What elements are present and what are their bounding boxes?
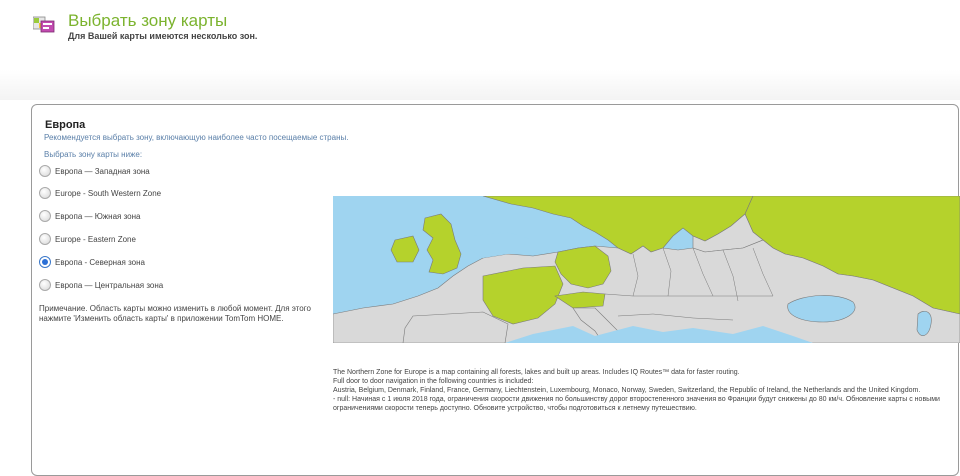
description-line: Austria, Belgium, Denmark, Finland, Fran… bbox=[333, 387, 921, 394]
page-subtitle: Для Вашей карты имеются несколько зон. bbox=[68, 31, 258, 41]
zone-option-south-western[interactable]: Europe - South Western Zone bbox=[39, 186, 161, 200]
description-line: Full door to door navigation in the foll… bbox=[333, 378, 534, 385]
zone-option-southern[interactable]: Европа — Южная зона bbox=[39, 209, 140, 223]
zone-description: The Northern Zone for Europe is a map co… bbox=[333, 368, 953, 413]
black-sea bbox=[787, 295, 856, 323]
zone-option-northern[interactable]: Европа - Северная зона bbox=[39, 255, 145, 269]
zone-option-central[interactable]: Европа — Центральная зона bbox=[39, 278, 163, 292]
zone-option-eastern[interactable]: Europe - Eastern Zone bbox=[39, 232, 136, 246]
zone-option-label: Europe - Eastern Zone bbox=[55, 234, 136, 244]
radio-button-selected[interactable] bbox=[39, 256, 51, 268]
change-zone-note: Примечание. Область карты можно изменить… bbox=[39, 304, 311, 323]
choose-zone-label: Выбрать зону карты ниже: bbox=[44, 150, 143, 159]
zone-option-label: Европа — Центральная зона bbox=[55, 280, 164, 290]
zone-option-label: Europe - South Western Zone bbox=[55, 188, 162, 198]
recommendation-text: Рекомендуется выбрать зону, включающую н… bbox=[44, 133, 349, 142]
iberia-region bbox=[402, 311, 509, 343]
region-title: Европа bbox=[45, 119, 86, 131]
zone-map bbox=[333, 196, 960, 343]
zone-option-western[interactable]: Европа — Западная зона bbox=[39, 164, 150, 178]
radio-button[interactable] bbox=[39, 233, 51, 245]
radio-button[interactable] bbox=[39, 165, 51, 177]
description-line: The Northern Zone for Europe is a map co… bbox=[333, 369, 740, 376]
radio-button[interactable] bbox=[39, 210, 51, 222]
ireland-region bbox=[390, 235, 420, 263]
map-zones-icon bbox=[33, 16, 55, 33]
zone-option-label: Европа — Южная зона bbox=[55, 211, 141, 221]
radio-button[interactable] bbox=[39, 279, 51, 291]
description-line: - null: Начиная с 1 июля 2018 года, огра… bbox=[333, 396, 940, 412]
zone-option-label: Европа — Западная зона bbox=[55, 166, 150, 176]
radio-button[interactable] bbox=[39, 187, 51, 199]
zone-option-label: Европа - Северная зона bbox=[55, 257, 145, 267]
page-title: Выбрать зону карты bbox=[68, 11, 228, 30]
